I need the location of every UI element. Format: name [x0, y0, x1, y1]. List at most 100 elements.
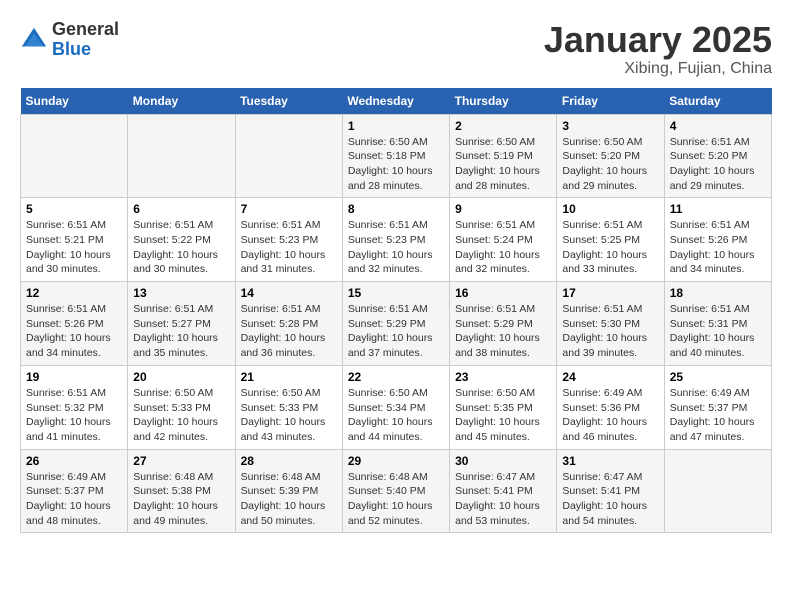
day-number: 10 — [562, 202, 658, 216]
calendar-cell: 20 Sunrise: 6:50 AM Sunset: 5:33 PM Dayli… — [128, 365, 235, 449]
calendar-cell: 29Sunrise: 6:48 AM Sunset: 5:40 PM Dayli… — [342, 449, 449, 533]
day-info: Sunrise: 6:49 AM Sunset: 5:37 PM Dayligh… — [26, 470, 122, 529]
day-info: Sunrise: 6:50 AM Sunset: 5:20 PM Dayligh… — [562, 135, 658, 194]
calendar-cell: 5 Sunrise: 6:51 AM Sunset: 5:21 PM Daylig… — [21, 198, 128, 282]
day-info: Sunrise: 6:47 AM Sunset: 5:41 PM Dayligh… — [562, 470, 658, 529]
day-info: Sunrise: 6:51 AM Sunset: 5:32 PM Dayligh… — [26, 386, 122, 445]
logo-general: General — [52, 20, 119, 40]
calendar-cell: 25Sunrise: 6:49 AM Sunset: 5:37 PM Dayli… — [664, 365, 771, 449]
day-info: Sunrise: 6:51 AM Sunset: 5:26 PM Dayligh… — [26, 302, 122, 361]
header-saturday: Saturday — [664, 88, 771, 115]
calendar-week-2: 5 Sunrise: 6:51 AM Sunset: 5:21 PM Daylig… — [21, 198, 772, 282]
day-info: Sunrise: 6:51 AM Sunset: 5:24 PM Dayligh… — [455, 218, 551, 277]
calendar-cell: 19 Sunrise: 6:51 AM Sunset: 5:32 PM Dayli… — [21, 365, 128, 449]
day-info: Sunrise: 6:51 AM Sunset: 5:26 PM Dayligh… — [670, 218, 766, 277]
day-number: 29 — [348, 454, 444, 468]
day-info: Sunrise: 6:51 AM Sunset: 5:21 PM Dayligh… — [26, 218, 122, 277]
logo-text: General Blue — [52, 20, 119, 60]
day-number: 11 — [670, 202, 766, 216]
day-number: 14 — [241, 286, 337, 300]
day-info: Sunrise: 6:51 AM Sunset: 5:29 PM Dayligh… — [455, 302, 551, 361]
calendar-cell: 12 Sunrise: 6:51 AM Sunset: 5:26 PM Dayli… — [21, 282, 128, 366]
calendar-cell: 24Sunrise: 6:49 AM Sunset: 5:36 PM Dayli… — [557, 365, 664, 449]
calendar-cell: 22Sunrise: 6:50 AM Sunset: 5:34 PM Dayli… — [342, 365, 449, 449]
day-number: 21 — [241, 370, 337, 384]
day-info: Sunrise: 6:51 AM Sunset: 5:20 PM Dayligh… — [670, 135, 766, 194]
day-info: Sunrise: 6:51 AM Sunset: 5:29 PM Dayligh… — [348, 302, 444, 361]
calendar-cell — [235, 114, 342, 198]
day-info: Sunrise: 6:50 AM Sunset: 5:33 PM Dayligh… — [241, 386, 337, 445]
header-sunday: Sunday — [21, 88, 128, 115]
title-area: January 2025 Xibing, Fujian, China — [544, 20, 772, 78]
calendar-week-3: 12 Sunrise: 6:51 AM Sunset: 5:26 PM Dayli… — [21, 282, 772, 366]
day-info: Sunrise: 6:51 AM Sunset: 5:22 PM Dayligh… — [133, 218, 229, 277]
day-number: 17 — [562, 286, 658, 300]
calendar-cell: 28 Sunrise: 6:48 AM Sunset: 5:39 PM Dayli… — [235, 449, 342, 533]
calendar-header: Sunday Monday Tuesday Wednesday Thursday… — [21, 88, 772, 115]
day-info: Sunrise: 6:47 AM Sunset: 5:41 PM Dayligh… — [455, 470, 551, 529]
day-info: Sunrise: 6:51 AM Sunset: 5:30 PM Dayligh… — [562, 302, 658, 361]
calendar-cell: 26 Sunrise: 6:49 AM Sunset: 5:37 PM Dayli… — [21, 449, 128, 533]
day-number: 16 — [455, 286, 551, 300]
calendar-cell: 18 Sunrise: 6:51 AM Sunset: 5:31 PM Dayli… — [664, 282, 771, 366]
calendar-week-4: 19 Sunrise: 6:51 AM Sunset: 5:32 PM Dayli… — [21, 365, 772, 449]
day-number: 30 — [455, 454, 551, 468]
day-info: Sunrise: 6:51 AM Sunset: 5:23 PM Dayligh… — [348, 218, 444, 277]
day-number: 13 — [133, 286, 229, 300]
day-info: Sunrise: 6:51 AM Sunset: 5:31 PM Dayligh… — [670, 302, 766, 361]
logo-blue: Blue — [52, 40, 119, 60]
calendar-cell: 30 Sunrise: 6:47 AM Sunset: 5:41 PM Dayli… — [450, 449, 557, 533]
header-friday: Friday — [557, 88, 664, 115]
calendar-cell: 4 Sunrise: 6:51 AM Sunset: 5:20 PM Daylig… — [664, 114, 771, 198]
calendar-cell: 21 Sunrise: 6:50 AM Sunset: 5:33 PM Dayli… — [235, 365, 342, 449]
day-info: Sunrise: 6:51 AM Sunset: 5:23 PM Dayligh… — [241, 218, 337, 277]
day-number: 18 — [670, 286, 766, 300]
day-info: Sunrise: 6:50 AM Sunset: 5:34 PM Dayligh… — [348, 386, 444, 445]
header-row: Sunday Monday Tuesday Wednesday Thursday… — [21, 88, 772, 115]
calendar-cell: 15 Sunrise: 6:51 AM Sunset: 5:29 PM Dayli… — [342, 282, 449, 366]
day-number: 26 — [26, 454, 122, 468]
day-number: 24 — [562, 370, 658, 384]
day-info: Sunrise: 6:48 AM Sunset: 5:39 PM Dayligh… — [241, 470, 337, 529]
day-number: 12 — [26, 286, 122, 300]
day-number: 3 — [562, 119, 658, 133]
day-number: 15 — [348, 286, 444, 300]
header-thursday: Thursday — [450, 88, 557, 115]
calendar-cell: 6 Sunrise: 6:51 AM Sunset: 5:22 PM Daylig… — [128, 198, 235, 282]
calendar-cell: 27Sunrise: 6:48 AM Sunset: 5:38 PM Dayli… — [128, 449, 235, 533]
day-info: Sunrise: 6:50 AM Sunset: 5:18 PM Dayligh… — [348, 135, 444, 194]
logo: General Blue — [20, 20, 119, 60]
day-number: 4 — [670, 119, 766, 133]
calendar-cell: 1 Sunrise: 6:50 AM Sunset: 5:18 PM Daylig… — [342, 114, 449, 198]
day-number: 25 — [670, 370, 766, 384]
day-number: 2 — [455, 119, 551, 133]
calendar-cell — [128, 114, 235, 198]
day-info: Sunrise: 6:50 AM Sunset: 5:35 PM Dayligh… — [455, 386, 551, 445]
day-info: Sunrise: 6:51 AM Sunset: 5:27 PM Dayligh… — [133, 302, 229, 361]
day-number: 19 — [26, 370, 122, 384]
calendar-cell: 10 Sunrise: 6:51 AM Sunset: 5:25 PM Dayli… — [557, 198, 664, 282]
day-number: 27 — [133, 454, 229, 468]
day-number: 7 — [241, 202, 337, 216]
month-title: January 2025 — [544, 20, 772, 60]
calendar-cell: 14 Sunrise: 6:51 AM Sunset: 5:28 PM Dayli… — [235, 282, 342, 366]
day-number: 28 — [241, 454, 337, 468]
day-number: 6 — [133, 202, 229, 216]
day-number: 8 — [348, 202, 444, 216]
calendar-cell: 2Sunrise: 6:50 AM Sunset: 5:19 PM Daylig… — [450, 114, 557, 198]
day-info: Sunrise: 6:51 AM Sunset: 5:25 PM Dayligh… — [562, 218, 658, 277]
day-number: 5 — [26, 202, 122, 216]
calendar-cell — [664, 449, 771, 533]
day-info: Sunrise: 6:51 AM Sunset: 5:28 PM Dayligh… — [241, 302, 337, 361]
calendar-week-5: 26 Sunrise: 6:49 AM Sunset: 5:37 PM Dayli… — [21, 449, 772, 533]
day-number: 1 — [348, 119, 444, 133]
day-number: 20 — [133, 370, 229, 384]
day-info: Sunrise: 6:50 AM Sunset: 5:33 PM Dayligh… — [133, 386, 229, 445]
calendar-cell: 3 Sunrise: 6:50 AM Sunset: 5:20 PM Daylig… — [557, 114, 664, 198]
header-tuesday: Tuesday — [235, 88, 342, 115]
calendar-cell: 31Sunrise: 6:47 AM Sunset: 5:41 PM Dayli… — [557, 449, 664, 533]
calendar-cell: 7 Sunrise: 6:51 AM Sunset: 5:23 PM Daylig… — [235, 198, 342, 282]
calendar-cell: 11 Sunrise: 6:51 AM Sunset: 5:26 PM Dayli… — [664, 198, 771, 282]
calendar-table: Sunday Monday Tuesday Wednesday Thursday… — [20, 88, 772, 534]
calendar-cell: 9Sunrise: 6:51 AM Sunset: 5:24 PM Daylig… — [450, 198, 557, 282]
